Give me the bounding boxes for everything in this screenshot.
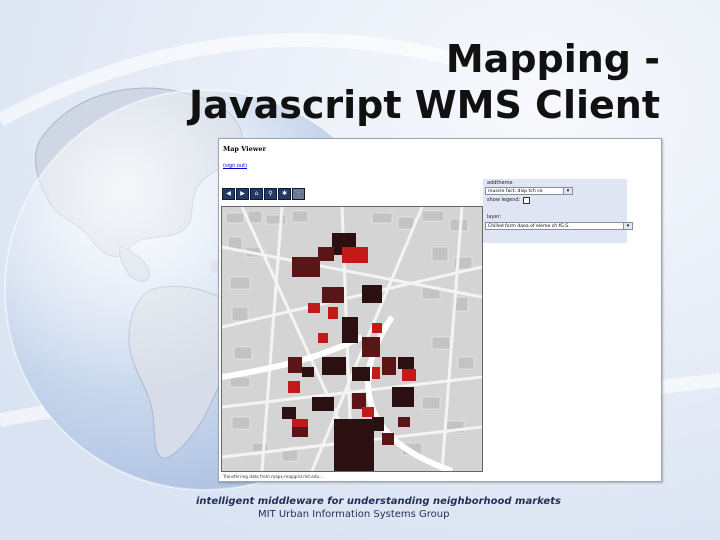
footer-organization: MIT Urban Information Systems Group [258, 509, 450, 520]
addtheme-label: addtheme [487, 180, 513, 186]
footer-tagline: intelligent middleware for understanding… [196, 496, 561, 507]
theme-select[interactable]: muscle fact. disp tch ce ▾ [485, 187, 573, 195]
status-bar-text: Transferring data from mapx.mapgrid.mit.… [223, 474, 324, 479]
chevron-down-icon: ▾ [563, 188, 572, 194]
layer-select[interactable]: Chilled form daea of eleme ch fG.S. ▾ [485, 222, 633, 230]
sign-out-link[interactable]: (sign out) [223, 163, 247, 169]
home-button[interactable]: ⌂ [250, 188, 263, 200]
theme-panel: addtheme muscle fact. disp tch ce ▾ show… [483, 179, 633, 243]
extra-tool-button[interactable]: · [292, 188, 305, 200]
layer-select-value: Chilled form daea of eleme ch fG.S. [488, 224, 570, 229]
app-title: Map Viewer [223, 145, 266, 153]
slide-title-line2: Javascript WMS Client [189, 83, 660, 127]
slide-title-line1: Mapping - [445, 37, 660, 81]
show-legend-checkbox[interactable] [523, 197, 530, 204]
pan-left-button[interactable]: ◀ [222, 188, 235, 200]
pan-right-button[interactable]: ▶ [236, 188, 249, 200]
chevron-down-icon: ▾ [623, 223, 632, 229]
map-image [222, 207, 482, 471]
zoom-button[interactable]: ⚲ [264, 188, 277, 200]
layer-label: layer: [487, 214, 502, 220]
theme-select-value: muscle fact. disp tch ce [488, 189, 543, 194]
show-legend-label: show legend: [487, 197, 521, 203]
map-viewer-screenshot: Map Viewer (sign out) ◀ ▶ ⌂ ⚲ ✱ · Transf… [218, 138, 662, 482]
map-canvas[interactable] [221, 206, 483, 472]
map-toolbar: ◀ ▶ ⌂ ⚲ ✱ · [222, 188, 305, 200]
settings-button[interactable]: ✱ [278, 188, 291, 200]
